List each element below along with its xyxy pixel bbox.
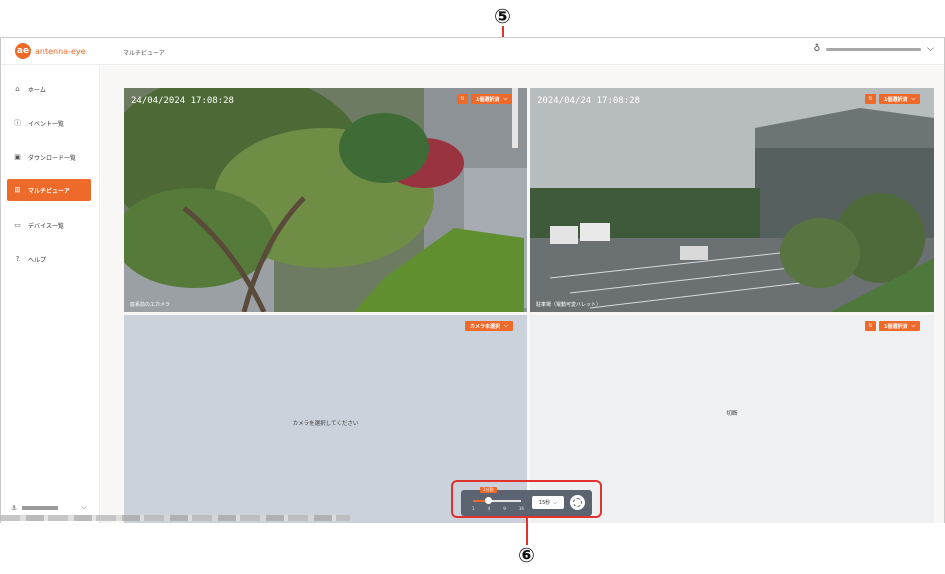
sidebar: ⌂ ホーム ⓘ イベント一覧 ▣ ダウンロード一覧 ⊞ マルチビューア ▭ デバ…: [1, 66, 100, 523]
camera-feed-garden: [124, 88, 527, 312]
camera-icon: ▭: [14, 221, 21, 229]
camera-select-dropdown[interactable]: 1個選択済 ⌵: [879, 94, 921, 104]
camera-select-label: 1個選択済: [884, 96, 908, 103]
chevron-down-icon: ⌵: [504, 323, 508, 329]
disconnected-message: 切断: [726, 410, 738, 417]
tile-controls: ⇅ 1個選択済 ⌵: [865, 94, 921, 104]
sidebar-item-multiviewer[interactable]: ⊞ マルチビューア: [7, 179, 91, 201]
swap-camera-button[interactable]: ⇅: [865, 94, 876, 104]
sidebar-item-label: ホーム: [28, 86, 46, 94]
callout-number-6: ⑥: [517, 542, 536, 567]
swap-camera-button[interactable]: ⇅: [865, 321, 876, 331]
select-camera-message: カメラを選択してください: [292, 421, 359, 427]
camera-tile-2[interactable]: 2024/04/24 17:08:28 駐車場（電動可変バレット） ⇅ 1個選択…: [530, 88, 934, 312]
account-name-redacted: [22, 505, 59, 510]
camera-select-dropdown[interactable]: カメラ未選択 ⌵: [465, 321, 513, 331]
camera-tile-1[interactable]: 24/04/2024 17:08:28 庭系前のエカメラ ⇅ 1個選択済 ⌵: [124, 88, 527, 312]
tile-controls: ⇅ 1個選択済 ⌵: [457, 94, 513, 104]
camera-feed-parking: [530, 88, 934, 312]
camera-name-label: 駐車場（電動可変バレット）: [536, 302, 602, 308]
chevron-down-icon: ⌵: [911, 323, 916, 329]
chevron-down-icon: ⌵: [911, 96, 916, 102]
callout-box-6: [451, 480, 602, 518]
anchor-icon: ⚓: [11, 503, 18, 512]
camera-select-dropdown[interactable]: 1個選択済 ⌵: [879, 321, 921, 331]
status-bar-redacted: [0, 515, 350, 521]
camera-select-label: カメラ未選択: [470, 323, 501, 330]
camera-select-label: 1個選択済: [476, 96, 500, 103]
user-menu[interactable]: ♁ ⌵: [814, 44, 934, 54]
camera-timestamp: 2024/04/24 17:08:28: [537, 96, 640, 106]
image-icon: ▣: [14, 153, 21, 161]
tile-controls: ⇅ 1個選択済 ⌵: [865, 321, 921, 331]
account-switcher[interactable]: ⚓ ⌵: [11, 503, 87, 512]
sidebar-item-label: マルチビューア: [28, 187, 70, 195]
user-name-redacted: [826, 47, 922, 51]
logo-text: antenna-eye: [35, 46, 86, 56]
sidebar-item-label: デバイス一覧: [28, 222, 64, 230]
swap-icon: ⇅: [460, 96, 465, 102]
tile-controls: カメラ未選択 ⌵: [465, 321, 513, 331]
sidebar-item-label: ヘルプ: [28, 256, 47, 264]
sidebar-item-downloads[interactable]: ▣ ダウンロード一覧: [7, 146, 91, 168]
help-icon: ?: [15, 255, 20, 263]
sidebar-item-label: ダウンロード一覧: [28, 154, 77, 162]
logo-mark-icon: ae: [15, 43, 31, 59]
camera-name-label: 庭系前のエカメラ: [130, 302, 171, 308]
camera-select-dropdown[interactable]: 1個選択済 ⌵: [471, 94, 513, 104]
logo[interactable]: ae antenna-eye: [15, 43, 86, 59]
home-icon: ⌂: [15, 85, 20, 93]
camera-timestamp: 24/04/2024 17:08:28: [131, 96, 234, 106]
swap-icon: ⇅: [868, 96, 873, 102]
chevron-down-icon: ⌵: [81, 503, 87, 511]
sidebar-item-devices[interactable]: ▭ デバイス一覧: [7, 214, 91, 236]
chevron-down-icon: ⌵: [927, 44, 934, 54]
app-window: ae antenna-eye マルチビューア ♁ ⌵ ⌂ ホーム ⓘ イベント一…: [0, 37, 945, 523]
camera-select-label: 1個選択済: [884, 323, 908, 330]
chevron-down-icon: ⌵: [503, 96, 508, 102]
sidebar-item-home[interactable]: ⌂ ホーム: [7, 78, 91, 100]
grid-icon: ⊞: [14, 186, 21, 194]
swap-camera-button[interactable]: ⇅: [457, 94, 468, 104]
multiviewer-grid: 24/04/2024 17:08:28 庭系前のエカメラ ⇅ 1個選択済 ⌵ 2…: [101, 66, 944, 523]
callout-number-5: ⑤: [493, 3, 512, 28]
sidebar-item-label: イベント一覧: [28, 120, 65, 128]
info-icon: ⓘ: [14, 119, 21, 127]
person-icon: ♁: [813, 44, 821, 54]
top-bar: ae antenna-eye マルチビューア ♁ ⌵: [1, 38, 944, 65]
breadcrumb: マルチビューア: [123, 50, 165, 57]
swap-icon: ⇅: [868, 323, 873, 329]
sidebar-item-help[interactable]: ? ヘルプ: [7, 248, 91, 270]
sidebar-item-events[interactable]: ⓘ イベント一覧: [7, 112, 91, 134]
